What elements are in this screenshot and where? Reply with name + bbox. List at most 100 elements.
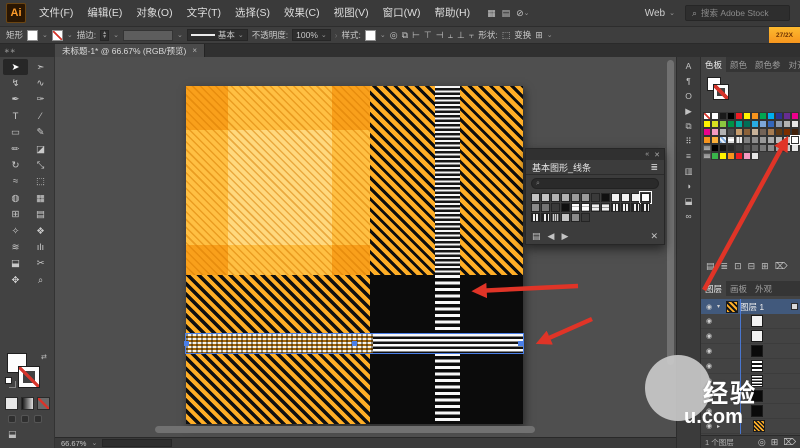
swatch[interactable] [711,128,719,136]
swatch[interactable] [735,144,743,152]
layer-child-row[interactable]: ◉ [701,344,800,359]
close-icon[interactable]: ✕ [654,151,660,159]
swatch[interactable] [735,128,743,136]
swatch[interactable] [727,144,735,152]
gradient-panel-icon[interactable]: ▥ [680,166,698,176]
artboard-tool[interactable]: ⬓ [3,256,28,272]
stroke-panel-icon[interactable]: ≡ [680,151,698,161]
swatch[interactable] [743,152,751,160]
rotate-tool[interactable]: ↻ [3,157,28,173]
layer-name[interactable]: 图层 1 [740,301,764,313]
line-pattern-swatch[interactable] [611,193,620,202]
line-pattern-swatch[interactable] [641,203,650,212]
menu-select[interactable]: 选择(S) [228,0,277,27]
swatch[interactable] [759,144,767,152]
tab-align[interactable]: 对齐 [785,57,800,72]
line-pattern-swatch[interactable] [541,193,550,202]
line-pattern-swatch[interactable] [611,203,620,212]
chevron-down-icon[interactable]: ⌄ [380,31,386,39]
swatch[interactable] [751,144,759,152]
eyedropper-tool[interactable]: ✧ [3,223,28,239]
visibility-eye-icon[interactable]: ◉ [703,332,715,340]
swatch[interactable] [743,112,751,120]
document-setup-icon[interactable]: ⧉ [402,30,408,41]
pattern-search-input[interactable]: ⌕ [531,178,659,189]
artboard[interactable] [186,86,523,424]
line-pattern-swatch[interactable] [531,193,540,202]
paintbrush-tool[interactable]: ✎ [28,125,53,141]
links-panel-icon[interactable]: ∞ [680,211,698,221]
slice-tool[interactable]: ✂ [28,256,53,272]
chevron-down-icon[interactable]: ⌄ [547,31,553,39]
swatch[interactable] [767,120,775,128]
swap-fill-stroke-icon[interactable]: ⇄ [41,353,47,361]
delete-swatch-icon[interactable]: ⌦ [775,261,788,272]
swatch[interactable] [791,128,799,136]
line-pattern-swatch[interactable] [561,213,570,222]
swatch[interactable] [759,128,767,136]
paragraph-panel-icon[interactable]: ¶ [680,76,698,86]
menu-object[interactable]: 对象(O) [129,0,179,27]
line-pattern-swatch[interactable] [561,203,570,212]
swatch[interactable] [783,112,791,120]
swatch[interactable] [751,152,759,160]
line-pattern-swatch[interactable] [581,203,590,212]
collapse-icons[interactable]: ∗∗ [0,44,55,57]
swatch[interactable] [791,144,799,152]
blend-tool[interactable]: ❖ [28,223,53,239]
arrange-documents-icon[interactable]: ▤ [502,8,511,19]
opentype-panel-icon[interactable]: O [680,91,698,101]
transparency-panel-icon[interactable]: ◑ [680,181,698,191]
line-pattern-swatch[interactable] [621,193,630,202]
vertical-white-band-top[interactable] [435,86,460,275]
align-center-icon[interactable]: ⊤ [424,30,432,41]
swatch[interactable] [735,152,743,160]
symbol-sprayer-tool[interactable]: ≋ [3,239,28,255]
selection-handle-left[interactable] [184,341,189,346]
swatch[interactable] [719,136,727,144]
pen-tool[interactable]: ✒ [3,92,28,108]
line-pattern-swatch[interactable] [541,203,550,212]
swatch[interactable] [759,112,767,120]
new-color-group-icon[interactable]: ⊟ [748,261,756,272]
perspective-grid-tool[interactable]: ▦ [28,190,53,206]
line-pattern-swatch[interactable] [561,193,570,202]
line-pattern-swatch[interactable] [631,193,640,202]
transform-label[interactable]: 变换 [514,29,531,41]
line-pattern-swatch[interactable] [571,193,580,202]
layer-child-row[interactable]: ◉ [701,359,800,374]
swatch[interactable] [783,128,791,136]
tab-swatches[interactable]: 色板 [701,57,726,72]
swatch[interactable] [767,128,775,136]
swatch[interactable] [719,144,727,152]
export-panel-icon[interactable]: ⧉ [680,121,698,131]
fill-color-chip[interactable] [27,30,38,41]
symbols-panel-icon[interactable]: ⬓ [680,196,698,206]
swatch[interactable] [703,153,711,159]
swatch[interactable] [735,120,743,128]
chevron-down-icon[interactable]: ⌄ [113,31,119,39]
line-pattern-swatch[interactable] [601,203,610,212]
swatch[interactable] [703,136,711,144]
recolor-artwork-icon[interactable]: ◎ [390,30,398,41]
shaper-tool[interactable]: ✏ [3,141,28,157]
graphic-style-chip[interactable] [365,30,376,41]
swatch[interactable] [751,128,759,136]
chevron-down-icon[interactable]: ⌄ [42,31,48,39]
default-fill-stroke-icon[interactable] [5,377,12,384]
swatch[interactable] [767,112,775,120]
next-library-icon[interactable]: ▶ [561,231,568,242]
line-pattern-swatch[interactable] [591,203,600,212]
chevron-down-icon[interactable]: ▾ [717,303,724,310]
swatch[interactable] [727,120,735,128]
stroke-weight-stepper[interactable]: ▲▼ [100,30,109,41]
line-pattern-swatch[interactable] [551,203,560,212]
direct-selection-tool[interactable]: ➣ [28,59,53,75]
free-transform-tool[interactable]: ⬚ [28,174,53,190]
tab-artboards[interactable]: 画板 [726,281,751,296]
panel-menu-icon[interactable]: ≣ [650,162,658,173]
swatch[interactable] [711,152,719,160]
line-pattern-swatch[interactable] [541,213,550,222]
swatch[interactable] [783,136,791,144]
swatch[interactable] [743,128,751,136]
